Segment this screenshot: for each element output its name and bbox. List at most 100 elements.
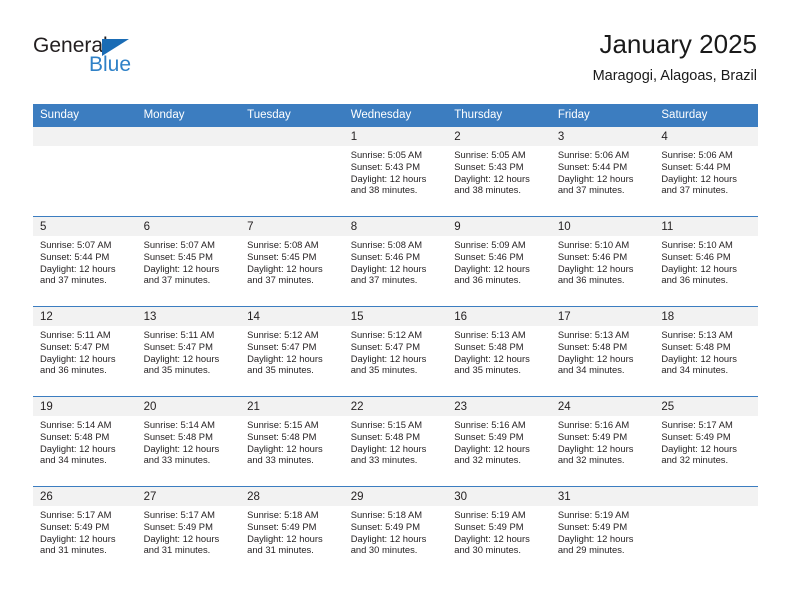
- daylight-text-line2: and 36 minutes.: [557, 274, 625, 286]
- calendar-cell[interactable]: 27 Sunrise: 5:17 AM Sunset: 5:49 PM Dayligh…: [136, 486, 241, 576]
- calendar-cell[interactable]: 31 Sunrise: 5:19 AM Sunset: 5:49 PM Dayligh…: [550, 486, 655, 576]
- calendar-cell[interactable]: 5 Sunrise: 5:07 AM Sunset: 5:44 PM Daylight…: [33, 216, 137, 307]
- daylight-text-line1: Daylight: 12 hours: [454, 262, 530, 274]
- day-number: 25: [654, 397, 758, 416]
- calendar-cell[interactable]: 16 Sunrise: 5:13 AM Sunset: 5:48 PM Dayligh…: [447, 306, 551, 397]
- calendar-cell[interactable]: 23 Sunrise: 5:16 AM Sunset: 5:49 PM Dayligh…: [447, 396, 551, 487]
- day-cell: 22 Sunrise: 5:15 AM Sunset: 5:48 PM Dayligh…: [343, 397, 448, 486]
- calendar-cell[interactable]: 21 Sunrise: 5:15 AM Sunset: 5:48 PM Dayligh…: [240, 396, 344, 487]
- daylight-text-line1: Daylight: 12 hours: [40, 352, 116, 364]
- daylight-text-line2: and 32 minutes.: [661, 454, 729, 466]
- calendar-cell[interactable]: 7 Sunrise: 5:08 AM Sunset: 5:45 PM Daylight…: [240, 216, 344, 307]
- weekday-header-thursday: Thursday: [447, 104, 551, 127]
- calendar-cell[interactable]: 19 Sunrise: 5:14 AM Sunset: 5:48 PM Dayligh…: [33, 396, 137, 487]
- calendar-cell[interactable]: 12 Sunrise: 5:11 AM Sunset: 5:47 PM Dayligh…: [33, 306, 137, 397]
- weekday-header-friday: Friday: [550, 104, 655, 127]
- calendar-week-row: 1 Sunrise: 5:05 AM Sunset: 5:43 PM Daylight…: [33, 126, 758, 217]
- day-cell: 1 Sunrise: 5:05 AM Sunset: 5:43 PM Daylight…: [343, 127, 448, 216]
- day-number: 12: [33, 307, 137, 326]
- calendar-cell[interactable]: 24 Sunrise: 5:16 AM Sunset: 5:49 PM Dayligh…: [550, 396, 655, 487]
- sunrise-text: Sunrise: 5:06 AM: [661, 149, 733, 160]
- day-cell: 8 Sunrise: 5:08 AM Sunset: 5:46 PM Daylight…: [343, 217, 448, 306]
- day-number: 3: [550, 127, 655, 146]
- sunset-text: Sunset: 5:46 PM: [557, 250, 628, 262]
- calendar-cell[interactable]: 13 Sunrise: 5:11 AM Sunset: 5:47 PM Dayligh…: [136, 306, 241, 397]
- daylight-text-line2: and 37 minutes.: [350, 274, 418, 286]
- day-number: 31: [550, 487, 655, 506]
- day-info: Sunrise: 5:13 AM Sunset: 5:48 PM Daylight:…: [654, 326, 758, 376]
- calendar-cell[interactable]: 8 Sunrise: 5:08 AM Sunset: 5:46 PM Daylight…: [343, 216, 448, 307]
- daylight-text-line2: and 29 minutes.: [557, 544, 625, 556]
- day-cell-empty: [136, 127, 241, 216]
- calendar-cell[interactable]: 22 Sunrise: 5:15 AM Sunset: 5:48 PM Dayligh…: [343, 396, 448, 487]
- sunset-text: Sunset: 5:48 PM: [661, 340, 731, 352]
- day-cell: 9 Sunrise: 5:09 AM Sunset: 5:46 PM Daylight…: [447, 217, 551, 306]
- sunset-text: Sunset: 5:48 PM: [557, 340, 628, 352]
- day-cell: 29 Sunrise: 5:18 AM Sunset: 5:49 PM Dayligh…: [343, 487, 448, 576]
- calendar-cell[interactable]: [33, 126, 137, 217]
- sunrise-text: Sunrise: 5:17 AM: [40, 509, 112, 520]
- daylight-text-line2: and 37 minutes.: [143, 274, 211, 286]
- calendar-cell[interactable]: [136, 126, 241, 217]
- calendar-cell[interactable]: 1 Sunrise: 5:05 AM Sunset: 5:43 PM Daylight…: [343, 126, 448, 217]
- sunrise-text: Sunrise: 5:16 AM: [454, 419, 526, 430]
- location-subtitle: Maragogi, Alagoas, Brazil: [592, 68, 757, 84]
- calendar-cell[interactable]: 10 Sunrise: 5:10 AM Sunset: 5:46 PM Dayligh…: [550, 216, 655, 307]
- general-blue-logo[interactable]: General Blue: [33, 34, 203, 84]
- daylight-text-line1: Daylight: 12 hours: [350, 172, 427, 184]
- calendar-cell[interactable]: 18 Sunrise: 5:13 AM Sunset: 5:48 PM Dayligh…: [654, 306, 758, 397]
- calendar-cell[interactable]: 28 Sunrise: 5:18 AM Sunset: 5:49 PM Dayligh…: [240, 486, 344, 576]
- sunrise-text: Sunrise: 5:19 AM: [557, 509, 630, 520]
- daylight-text-line1: Daylight: 12 hours: [40, 262, 116, 274]
- daylight-text-line1: Daylight: 12 hours: [247, 532, 323, 544]
- day-number: 1: [343, 127, 448, 146]
- daylight-text-line2: and 37 minutes.: [40, 274, 107, 286]
- calendar-cell[interactable]: 9 Sunrise: 5:09 AM Sunset: 5:46 PM Daylight…: [447, 216, 551, 307]
- sunset-text: Sunset: 5:44 PM: [661, 160, 731, 172]
- daylight-text-line2: and 32 minutes.: [557, 454, 625, 466]
- day-cell: 4 Sunrise: 5:06 AM Sunset: 5:44 PM Daylight…: [654, 127, 758, 216]
- calendar-cell[interactable]: [654, 486, 758, 576]
- calendar-cell[interactable]: 29 Sunrise: 5:18 AM Sunset: 5:49 PM Dayligh…: [343, 486, 448, 576]
- day-info: Sunrise: 5:12 AM Sunset: 5:47 PM Daylight:…: [344, 326, 448, 376]
- calendar-cell[interactable]: 20 Sunrise: 5:14 AM Sunset: 5:48 PM Dayligh…: [136, 396, 241, 487]
- daylight-text-line2: and 30 minutes.: [350, 544, 418, 556]
- calendar-cell[interactable]: 6 Sunrise: 5:07 AM Sunset: 5:45 PM Daylight…: [136, 216, 241, 307]
- day-number: 27: [136, 487, 241, 506]
- calendar-cell[interactable]: 25 Sunrise: 5:17 AM Sunset: 5:49 PM Dayligh…: [654, 396, 758, 487]
- calendar-cell[interactable]: 26 Sunrise: 5:17 AM Sunset: 5:49 PM Dayligh…: [33, 486, 137, 576]
- day-cell: 10 Sunrise: 5:10 AM Sunset: 5:46 PM Dayligh…: [550, 217, 655, 306]
- day-info: Sunrise: 5:19 AM Sunset: 5:49 PM Daylight:…: [447, 506, 551, 556]
- daylight-text-line2: and 34 minutes.: [661, 364, 729, 376]
- calendar-cell[interactable]: 3 Sunrise: 5:06 AM Sunset: 5:44 PM Daylight…: [550, 126, 655, 217]
- logo-text-blue: Blue: [89, 53, 132, 76]
- sunset-text: Sunset: 5:49 PM: [661, 430, 731, 442]
- day-cell: 30 Sunrise: 5:19 AM Sunset: 5:49 PM Dayligh…: [447, 487, 551, 576]
- sunset-text: Sunset: 5:49 PM: [350, 520, 420, 532]
- daylight-text-line1: Daylight: 12 hours: [557, 442, 634, 454]
- calendar-cell[interactable]: 14 Sunrise: 5:12 AM Sunset: 5:47 PM Dayligh…: [240, 306, 344, 397]
- day-cell-empty: [33, 127, 137, 216]
- sunrise-text: Sunrise: 5:06 AM: [557, 149, 630, 160]
- day-cell: 25 Sunrise: 5:17 AM Sunset: 5:49 PM Dayligh…: [654, 397, 758, 486]
- calendar-cell[interactable]: 11 Sunrise: 5:10 AM Sunset: 5:46 PM Dayligh…: [654, 216, 758, 307]
- daylight-text-line2: and 37 minutes.: [247, 274, 314, 286]
- sunrise-text: Sunrise: 5:17 AM: [143, 509, 215, 520]
- day-number: 30: [447, 487, 551, 506]
- sunrise-text: Sunrise: 5:05 AM: [350, 149, 423, 160]
- calendar-cell[interactable]: 2 Sunrise: 5:05 AM Sunset: 5:43 PM Daylight…: [447, 126, 551, 217]
- calendar-cell[interactable]: 4 Sunrise: 5:06 AM Sunset: 5:44 PM Daylight…: [654, 126, 758, 217]
- day-cell: 3 Sunrise: 5:06 AM Sunset: 5:44 PM Daylight…: [550, 127, 655, 216]
- daylight-text-line2: and 38 minutes.: [350, 184, 418, 196]
- calendar-cell[interactable]: [240, 126, 344, 217]
- day-info: Sunrise: 5:18 AM Sunset: 5:49 PM Daylight:…: [344, 506, 448, 556]
- calendar-cell[interactable]: 17 Sunrise: 5:13 AM Sunset: 5:48 PM Dayligh…: [550, 306, 655, 397]
- sunrise-text: Sunrise: 5:13 AM: [454, 329, 526, 340]
- calendar-cell[interactable]: 15 Sunrise: 5:12 AM Sunset: 5:47 PM Dayligh…: [343, 306, 448, 397]
- page-title: January 2025: [599, 29, 757, 59]
- day-info: Sunrise: 5:13 AM Sunset: 5:48 PM Daylight:…: [551, 326, 655, 376]
- sunset-text: Sunset: 5:47 PM: [350, 340, 420, 352]
- calendar-cell[interactable]: 30 Sunrise: 5:19 AM Sunset: 5:49 PM Dayligh…: [447, 486, 551, 576]
- daylight-text-line2: and 35 minutes.: [247, 364, 314, 376]
- sunset-text: Sunset: 5:49 PM: [454, 430, 524, 442]
